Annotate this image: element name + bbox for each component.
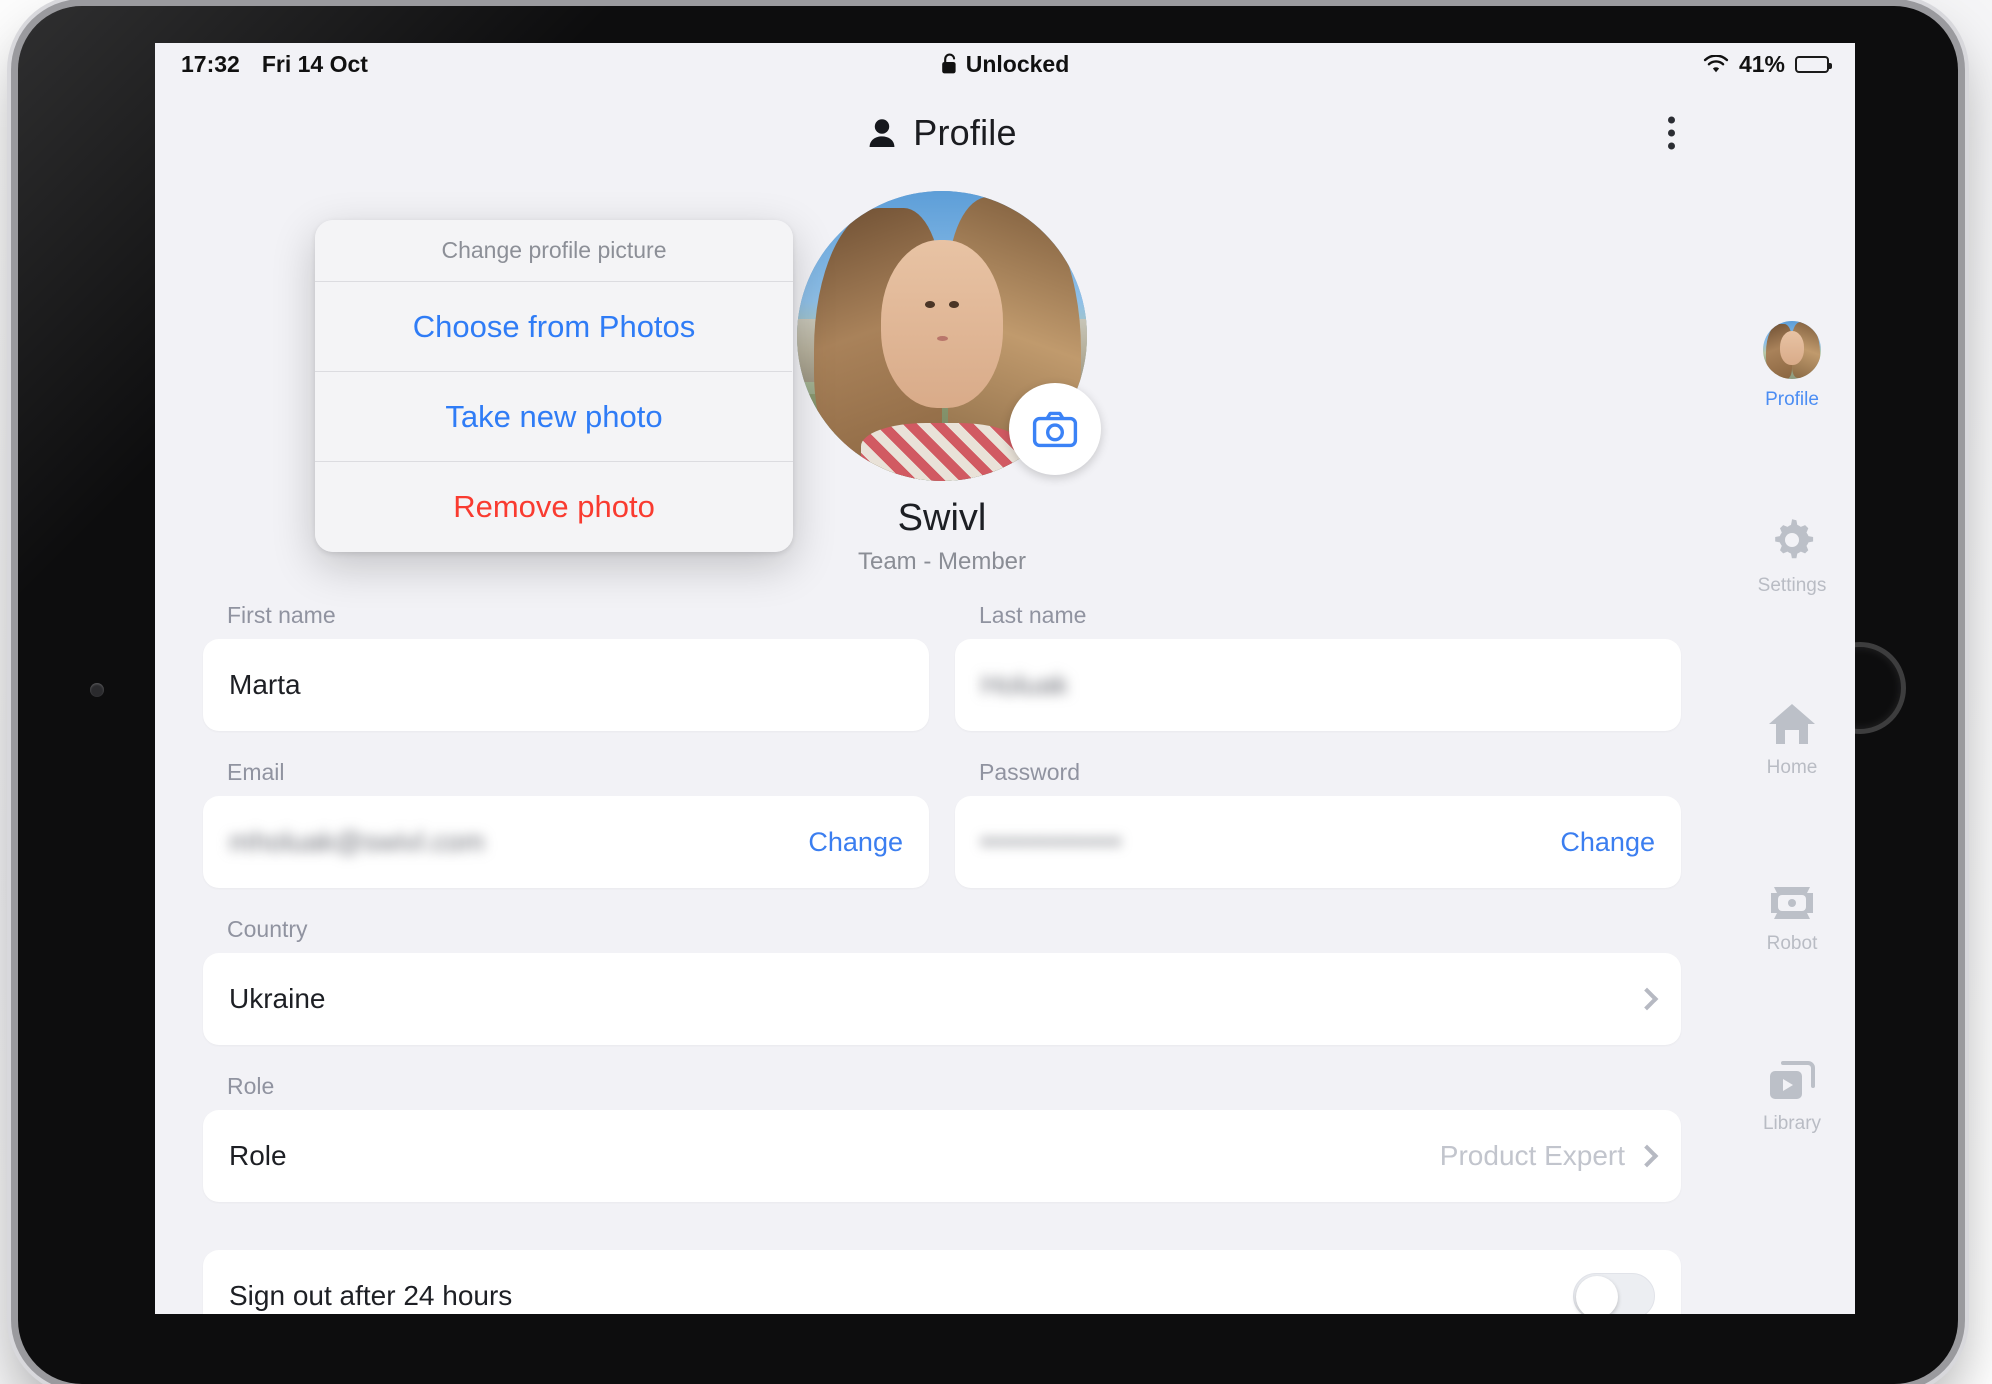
sidebar-item-profile[interactable]: Profile [1737, 321, 1847, 411]
tablet-screen: 17:32 Fri 14 Oct Unlocked 41% Profile Sw… [155, 43, 1855, 1314]
kebab-dot [1668, 129, 1675, 137]
password-change-link[interactable]: Change [1560, 827, 1655, 858]
camera-icon [1032, 411, 1078, 448]
action-take-new-photo[interactable]: Take new photo [315, 372, 793, 462]
sign-out-label: Sign out after 24 hours [229, 1280, 513, 1311]
change-photo-button[interactable] [1009, 383, 1101, 475]
page-title: Profile [867, 112, 1017, 154]
sidebar-item-label: Profile [1765, 389, 1819, 410]
battery-percent-label: 41% [1738, 50, 1785, 77]
action-choose-from-photos[interactable]: Choose from Photos [315, 282, 793, 372]
screenshot-root: 17:32 Fri 14 Oct Unlocked 41% Profile Sw… [0, 0, 1992, 1384]
sidebar-item-label: Robot [1766, 933, 1818, 954]
profile-subtitle: Team - Member [857, 548, 1027, 575]
avatar-clothing [860, 423, 1024, 481]
email-change-link[interactable]: Change [808, 827, 903, 858]
last-name-group: Last name Holuak [955, 602, 1681, 731]
avatar-face [881, 240, 1003, 409]
side-navigation-rail: Profile Settings Home Robot Library [1729, 85, 1855, 1314]
email-field[interactable]: mholuak@swivl.com Change [203, 796, 929, 888]
status-lock-label: Unlocked [965, 50, 1070, 77]
first-name-value: Marta [229, 669, 301, 700]
role-label: Role [227, 1073, 275, 1099]
last-name-field[interactable]: Holuak [955, 639, 1681, 731]
sidebar-item-label: Settings [1757, 575, 1827, 596]
sidebar-item-library[interactable]: Library [1737, 1059, 1847, 1135]
bezel-camera-dot [90, 683, 104, 697]
library-video-icon [1770, 1061, 1815, 1099]
last-name-label: Last name [979, 602, 1087, 628]
kebab-dot [1668, 116, 1675, 124]
email-value: mholuak@swivl.com [229, 826, 485, 857]
role-row-label: Role [229, 1140, 287, 1171]
profile-form: First name Marta Last name Holuak Email … [155, 576, 1729, 1314]
kebab-dot [1668, 142, 1675, 150]
more-vertical-icon[interactable] [1660, 109, 1683, 158]
avatar-eye [949, 300, 960, 308]
sidebar-item-label: Library [1762, 1113, 1822, 1134]
password-label: Password [979, 759, 1080, 785]
name-row: First name Marta Last name Holuak [203, 602, 1681, 731]
avatar-mouth [937, 336, 949, 342]
change-photo-action-sheet: Change profile picture Choose from Photo… [315, 220, 793, 552]
status-bar-right: 41% [1703, 50, 1832, 78]
sign-out-row[interactable]: Sign out after 24 hours [203, 1250, 1681, 1314]
email-group: Email mholuak@swivl.com Change [203, 759, 929, 888]
avatar-eye [924, 300, 935, 308]
action-sheet-title: Change profile picture [315, 220, 793, 282]
country-field[interactable]: Ukraine [203, 953, 1681, 1045]
page-title-text: Profile [913, 112, 1017, 153]
profile-name: Swivl [897, 497, 987, 539]
password-field[interactable]: •••••••••••• Change [955, 796, 1681, 888]
country-label: Country [227, 916, 308, 942]
sidebar-item-label: Home [1766, 757, 1818, 778]
credentials-row: Email mholuak@swivl.com Change Password [203, 759, 1681, 888]
user-avatar-icon [1763, 321, 1821, 379]
role-value: Product Expert [1439, 1140, 1625, 1171]
email-label: Email [227, 759, 285, 785]
chevron-right-icon [1635, 1144, 1659, 1168]
tablet-device-frame: 17:32 Fri 14 Oct Unlocked 41% Profile Sw… [18, 6, 1958, 1384]
first-name-field[interactable]: Marta [203, 639, 929, 731]
avatar-container [797, 191, 1101, 481]
wifi-icon [1703, 54, 1729, 72]
sign-out-toggle[interactable] [1573, 1273, 1655, 1314]
sidebar-item-settings[interactable]: Settings [1737, 515, 1847, 597]
status-bar-center: Unlocked [155, 51, 1855, 78]
battery-icon [1795, 55, 1832, 73]
unlocked-padlock-icon [941, 53, 956, 74]
last-name-value: Holuak [981, 669, 1069, 700]
person-icon [869, 119, 895, 147]
first-name-label: First name [227, 602, 336, 628]
action-remove-photo[interactable]: Remove photo [315, 462, 793, 552]
robot-icon [1771, 887, 1813, 919]
home-icon [1769, 704, 1815, 744]
sidebar-item-robot[interactable]: Robot [1737, 883, 1847, 955]
app-header: Profile [155, 85, 1729, 181]
password-group: Password •••••••••••• Change [955, 759, 1681, 888]
role-group: Role Role Product Expert [203, 1073, 1681, 1202]
status-bar: 17:32 Fri 14 Oct Unlocked 41% [155, 43, 1855, 85]
chevron-right-icon [1635, 987, 1659, 1011]
role-field[interactable]: Role Product Expert [203, 1110, 1681, 1202]
gear-icon [1775, 519, 1814, 559]
first-name-group: First name Marta [203, 602, 929, 731]
country-group: Country Ukraine [203, 916, 1681, 1045]
country-value: Ukraine [229, 983, 326, 1014]
sidebar-item-home[interactable]: Home [1737, 701, 1847, 779]
toggle-knob [1576, 1276, 1618, 1314]
password-value: •••••••••••• [981, 826, 1123, 857]
